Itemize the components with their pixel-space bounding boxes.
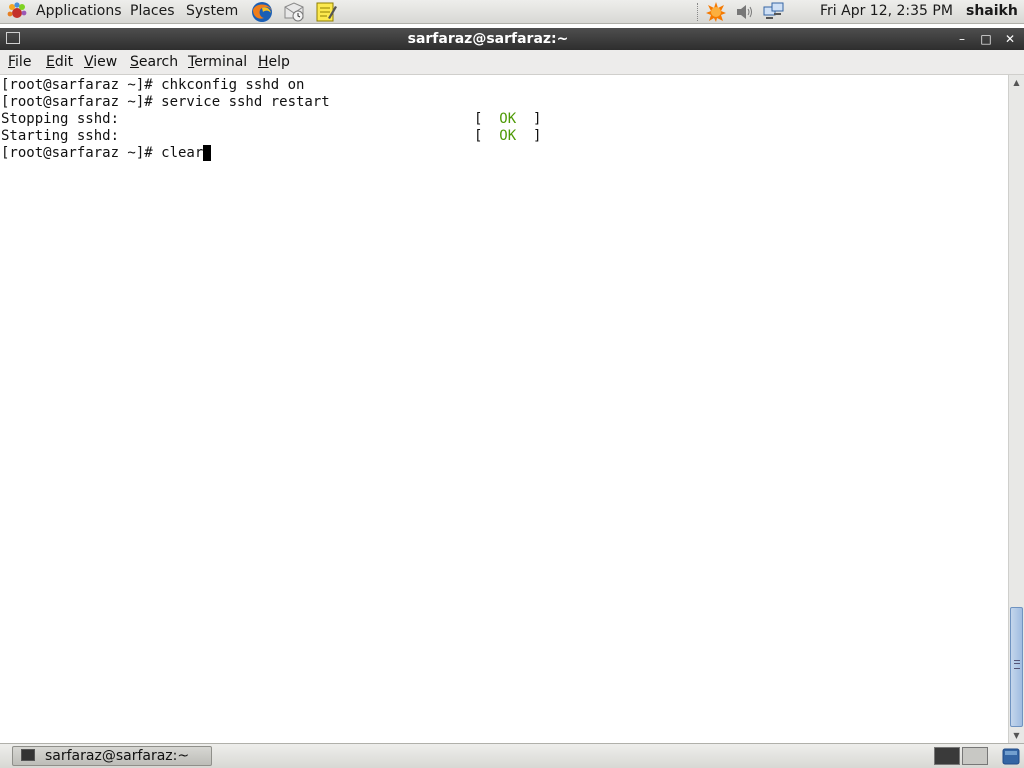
- maximize-button[interactable]: □: [978, 31, 994, 47]
- clock[interactable]: Fri Apr 12, 2:35 PM: [820, 0, 953, 23]
- terminal-icon: [21, 749, 35, 761]
- menubar: File Edit View Search Terminal Help: [0, 50, 1024, 75]
- applications-menu[interactable]: Applications: [32, 0, 126, 23]
- trash-icon[interactable]: [1000, 746, 1022, 766]
- close-button[interactable]: ✕: [1002, 31, 1018, 47]
- menu-file[interactable]: File: [8, 50, 31, 74]
- minimize-button[interactable]: –: [954, 31, 970, 47]
- terminal-line: [root@sarfaraz ~]# chkconfig sshd on: [1, 77, 305, 93]
- scroll-down-arrow-icon[interactable]: ▼: [1009, 728, 1024, 743]
- terminal-line: [root@sarfaraz ~]# service sshd restart: [1, 94, 330, 110]
- desktop: Applications Places System Fri Apr 12, 2…: [0, 0, 1024, 768]
- taskbar-terminal-button[interactable]: sarfaraz@sarfaraz:~: [12, 746, 212, 766]
- system-menu[interactable]: System: [182, 0, 242, 23]
- menu-terminal[interactable]: Terminal: [188, 50, 247, 74]
- vertical-scrollbar[interactable]: ▲ ▼: [1008, 75, 1024, 743]
- text-editor-icon[interactable]: [314, 1, 338, 23]
- user-menu[interactable]: shaikh: [966, 0, 1018, 23]
- menu-edit[interactable]: Edit: [46, 50, 73, 74]
- network-icon[interactable]: [763, 1, 785, 23]
- terminal-prompt-line: [root@sarfaraz ~]# clear: [1, 145, 212, 162]
- status-ok: [ OK ]: [474, 111, 542, 127]
- terminal-line: Stopping sshd:: [1, 111, 120, 127]
- workspace-2[interactable]: [962, 747, 988, 765]
- gnome-foot-icon: [7, 2, 27, 18]
- volume-icon[interactable]: [733, 1, 755, 23]
- panel-separator: [697, 3, 700, 21]
- menu-search[interactable]: Search: [130, 50, 178, 74]
- menu-view[interactable]: View: [84, 50, 117, 74]
- menu-help[interactable]: Help: [258, 50, 290, 74]
- places-menu[interactable]: Places: [126, 0, 179, 23]
- mail-clock-icon[interactable]: [282, 1, 306, 23]
- taskbar-label: sarfaraz@sarfaraz:~: [45, 748, 190, 764]
- scroll-up-arrow-icon[interactable]: ▲: [1009, 75, 1024, 90]
- status-ok: [ OK ]: [474, 128, 542, 144]
- firefox-icon[interactable]: [250, 1, 274, 23]
- top-panel: Applications Places System Fri Apr 12, 2…: [0, 0, 1024, 24]
- text-cursor: [203, 145, 212, 161]
- terminal-line: Starting sshd:: [1, 128, 120, 144]
- update-notifier-icon[interactable]: [705, 1, 727, 23]
- window-titlebar[interactable]: sarfaraz@sarfaraz:~ – □ ✕: [0, 28, 1024, 50]
- bottom-panel: sarfaraz@sarfaraz:~: [0, 743, 1024, 768]
- workspace-1[interactable]: [934, 747, 960, 765]
- window-title: sarfaraz@sarfaraz:~: [407, 31, 569, 47]
- terminal-output[interactable]: [root@sarfaraz ~]# chkconfig sshd on [ro…: [0, 75, 1008, 743]
- scrollbar-thumb[interactable]: [1010, 607, 1023, 727]
